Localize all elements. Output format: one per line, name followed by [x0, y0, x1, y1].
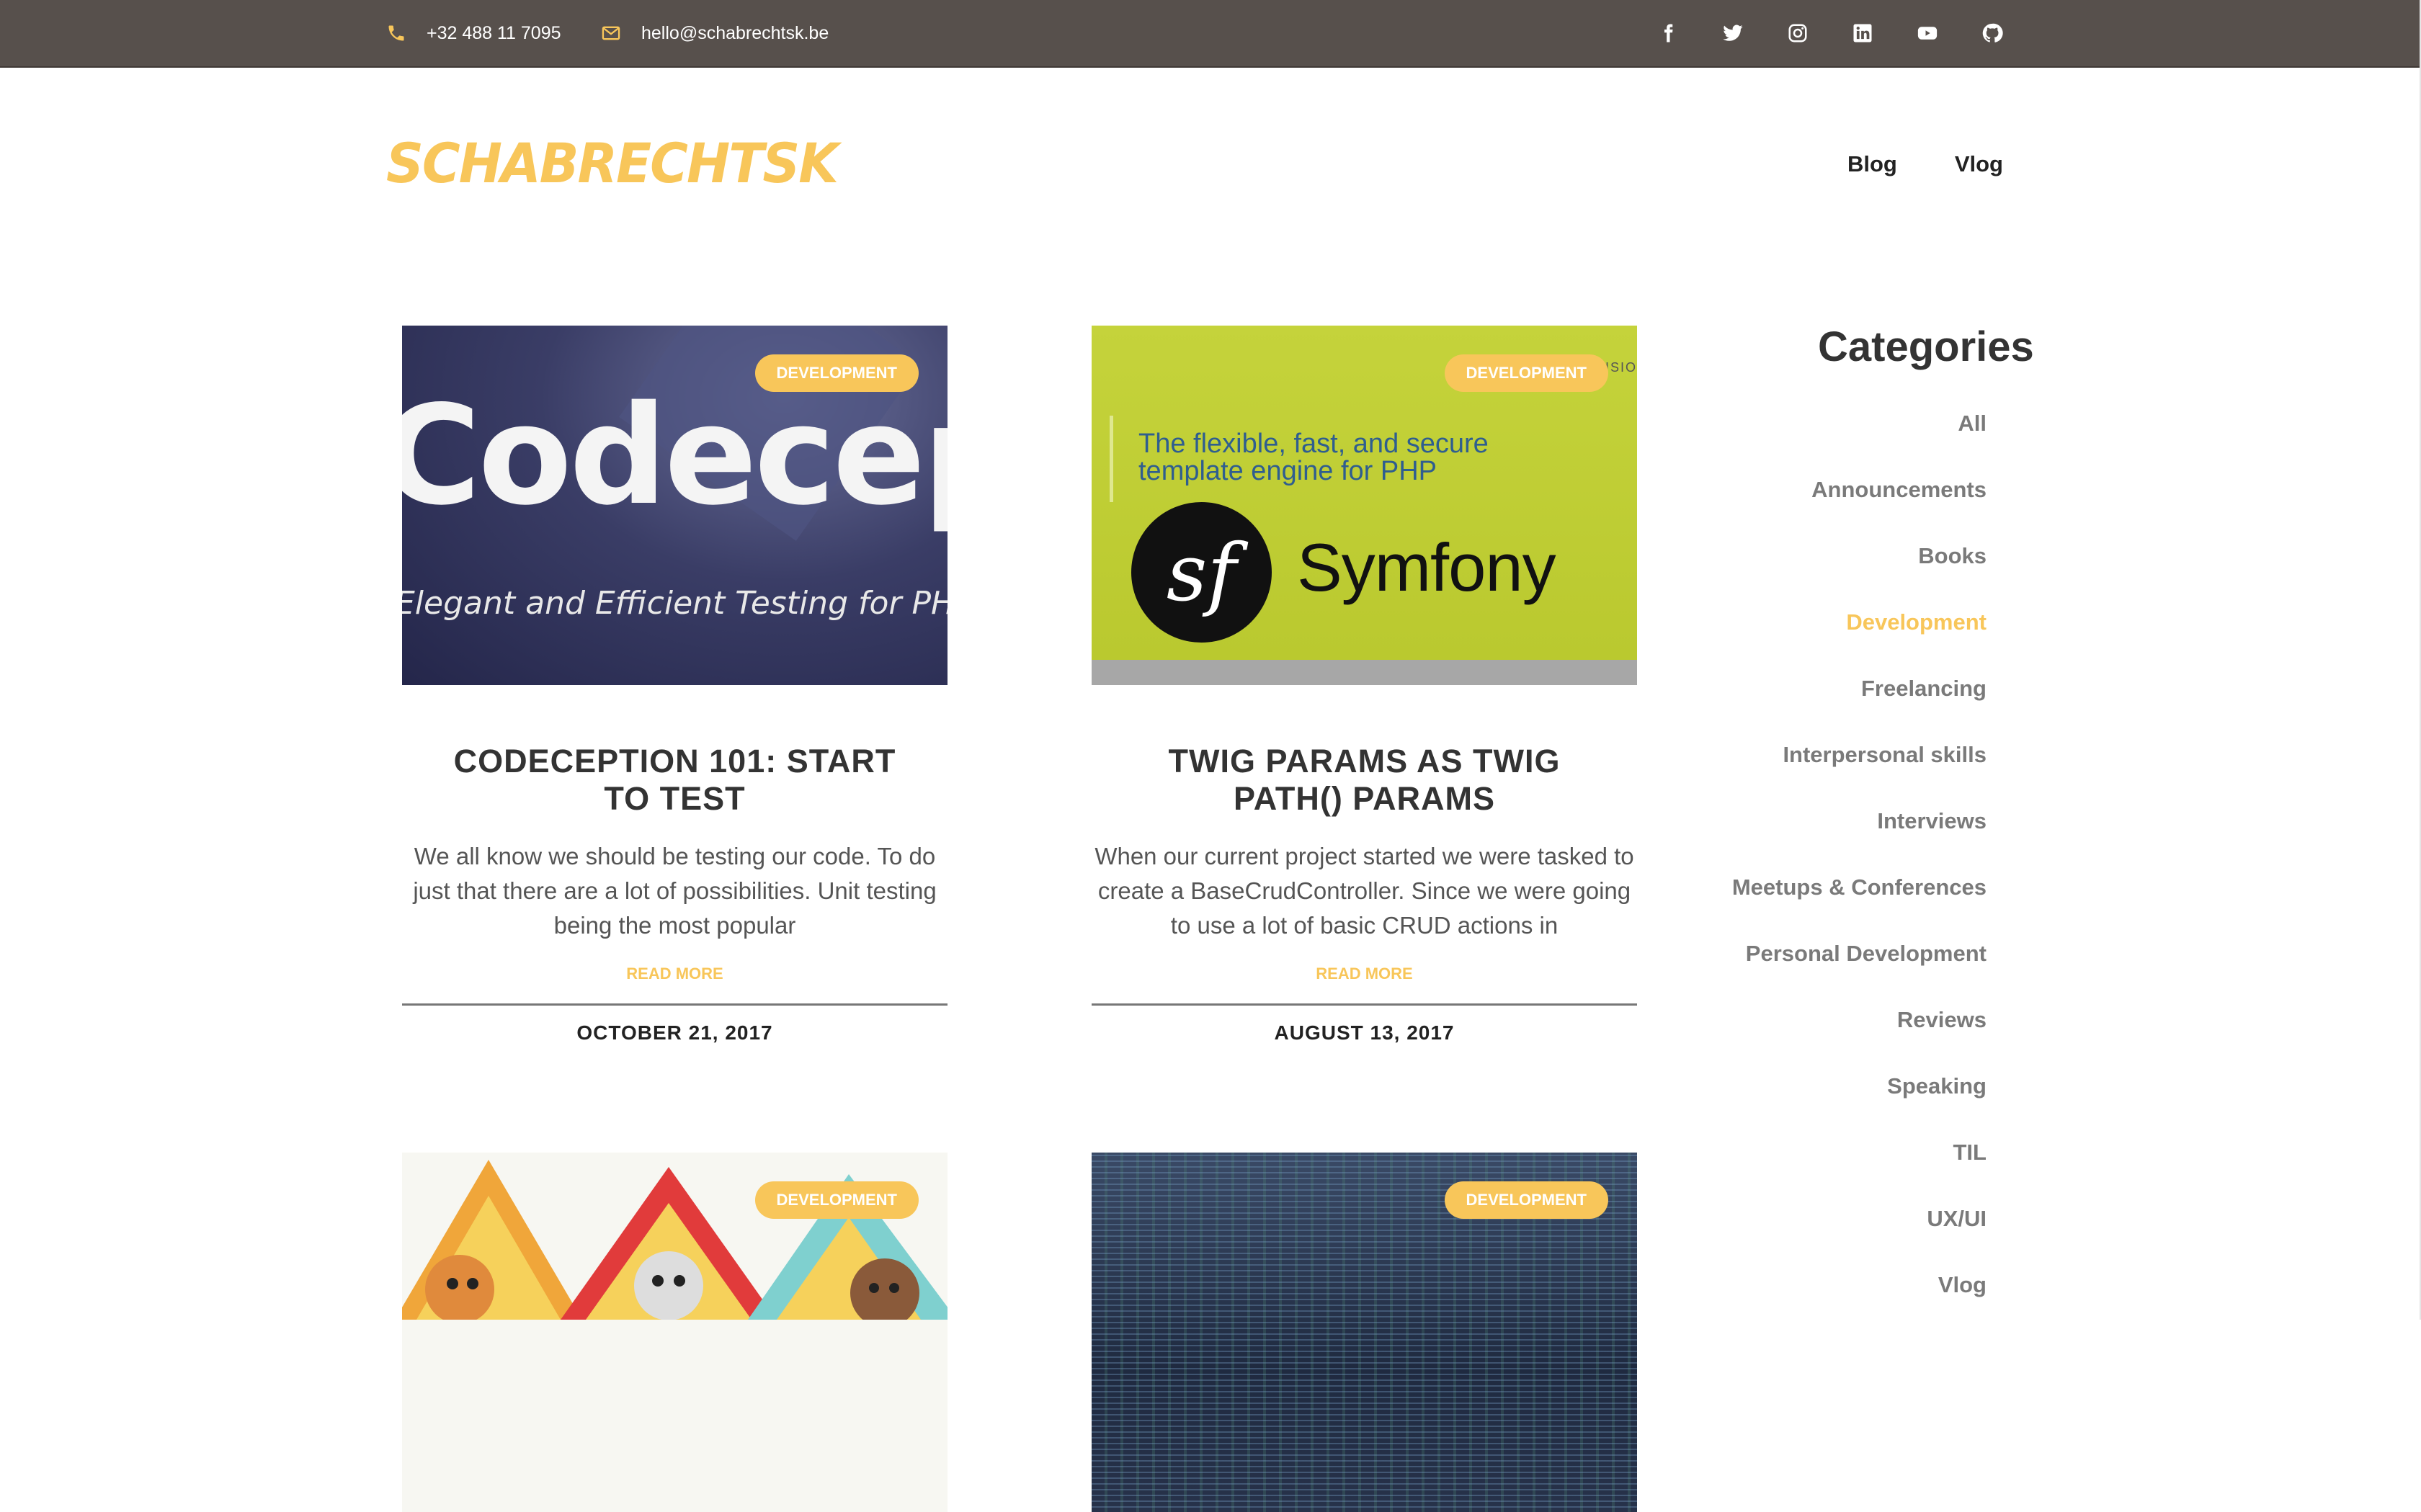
thumbnail-text: Codecep [402, 376, 948, 535]
envelope-icon [602, 26, 620, 40]
category-badge[interactable]: DEVELOPMENT [1444, 354, 1608, 392]
phone-contact[interactable]: +32 488 11 7095 [386, 0, 561, 66]
github-icon[interactable] [1981, 22, 2003, 44]
category-item-ux-ui[interactable]: UX/UI [1554, 1206, 1987, 1272]
top-bar: +32 488 11 7095 hello@schabrechtsk.be [0, 0, 2421, 68]
post-excerpt: We all know we should be testing our cod… [413, 843, 937, 939]
thumbnail-edge-text: ISIO [1605, 360, 1637, 375]
category-item-all[interactable]: All [1554, 411, 1987, 477]
category-item-til[interactable]: TIL [1554, 1140, 1987, 1206]
read-more-link[interactable]: READ MORE [402, 965, 948, 983]
thumbnail-subtext: Elegant and Efficient Testing for PHP ~ [402, 585, 948, 622]
email-address[interactable]: hello@schabrechtsk.be [641, 23, 829, 44]
category-item-speaking[interactable]: Speaking [1554, 1073, 1987, 1140]
category-item-development[interactable]: Development [1554, 609, 1987, 676]
post-card: DEVELOPMENT [402, 1153, 948, 1512]
nav-item-blog[interactable]: Blog [1847, 151, 1897, 177]
post-date: OCTOBER 21, 2017 [576, 1021, 773, 1044]
category-item-announcements[interactable]: Announcements [1554, 477, 1987, 543]
phone-number[interactable]: +32 488 11 7095 [427, 23, 561, 44]
mascot-illustration [402, 1160, 948, 1328]
categories-list: All Announcements Books Development Free… [1554, 411, 1987, 1338]
categories-heading: Categories [1818, 323, 2034, 370]
social-links [1657, 0, 2046, 66]
category-item-interpersonal-skills[interactable]: Interpersonal skills [1554, 742, 1987, 808]
symfony-logo-icon: sf [1131, 502, 1272, 643]
linkedin-icon[interactable] [1852, 22, 1873, 44]
category-item-vlog[interactable]: Vlog [1554, 1272, 1987, 1338]
category-item-reviews[interactable]: Reviews [1554, 1007, 1987, 1073]
nav-item-vlog[interactable]: Vlog [1955, 151, 2003, 177]
youtube-icon[interactable] [1917, 22, 1938, 44]
thumbnail-divider [1110, 416, 1113, 502]
thumbnail-tagline: The flexible, fast, and secure template … [1138, 429, 1489, 486]
post-title[interactable]: CODECEPTION 101: START TO TEST [402, 743, 948, 818]
twitter-icon[interactable] [1722, 22, 1744, 44]
category-item-meetups-conferences[interactable]: Meetups & Conferences [1554, 874, 1987, 941]
post-thumbnail[interactable]: Codecep Elegant and Efficient Testing fo… [402, 326, 948, 685]
instagram-icon[interactable] [1787, 22, 1809, 44]
category-badge[interactable]: DEVELOPMENT [754, 1181, 919, 1219]
category-item-freelancing[interactable]: Freelancing [1554, 676, 1987, 742]
category-badge[interactable]: DEVELOPMENT [754, 354, 919, 392]
post-card: Codecep Elegant and Efficient Testing fo… [402, 326, 948, 1044]
thumbnail-logo-text: Symfony [1297, 529, 1556, 605]
phone-icon [388, 25, 404, 41]
email-contact[interactable]: hello@schabrechtsk.be [601, 0, 829, 66]
site-logo[interactable]: SCHABRECHTSK [386, 132, 839, 195]
category-item-personal-development[interactable]: Personal Development [1554, 941, 1987, 1007]
category-item-books[interactable]: Books [1554, 543, 1987, 609]
facebook-icon[interactable] [1657, 22, 1679, 44]
card-divider [402, 1003, 948, 1006]
category-item-interviews[interactable]: Interviews [1554, 808, 1987, 874]
post-thumbnail[interactable]: DEVELOPMENT [402, 1153, 948, 1512]
main-nav: Blog Vlog [1790, 151, 2003, 177]
